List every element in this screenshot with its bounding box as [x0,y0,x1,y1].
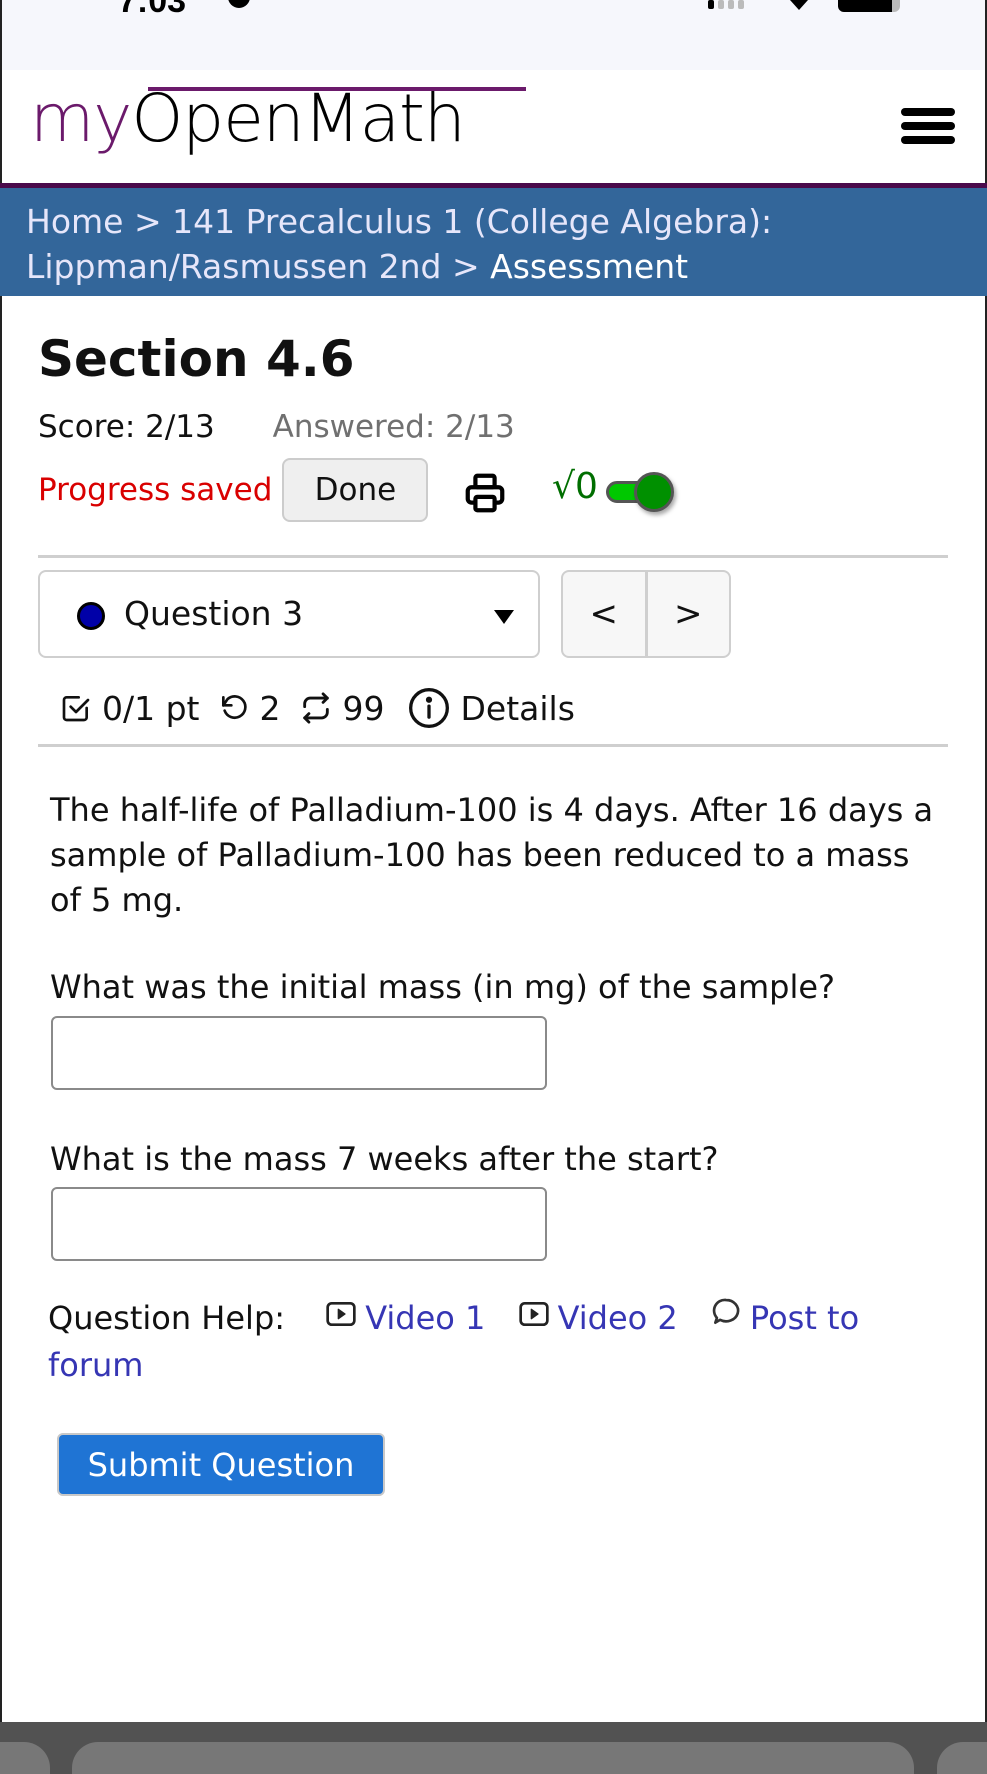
browser-address-bar[interactable] [72,1742,914,1774]
math-display-toggle[interactable] [606,472,676,512]
attempts-icon [299,691,333,725]
details-link[interactable]: Details [461,689,575,728]
math-display-icon: √0 [552,466,598,507]
breadcrumb: Home > 141 Precalculus 1 (College Algebr… [0,188,987,296]
status-time: 7:03 [118,0,187,20]
attempts-count: 99 [342,688,385,728]
do-not-disturb-icon [228,0,250,8]
browser-tab-right[interactable] [937,1742,987,1774]
checkbox-score-icon [60,692,92,724]
video-1-item: Video 1 [325,1299,495,1337]
question-meta: 0/1 pt 2 99 Details [60,686,575,730]
video-2-link[interactable]: Video 2 [558,1299,678,1337]
question-text: The half-life of Palladium-100 is 4 days… [50,791,934,919]
question-select-value: Question 3 [124,594,304,633]
retry-icon [218,692,250,724]
caret-down-icon [494,610,514,624]
breadcrumb-current: Assessment [490,247,689,286]
battery-icon [838,0,900,12]
status-bar: 7:03 [0,0,987,70]
question-help: Question Help: Video 1 Video 2 Post to f… [48,1296,948,1388]
page-title: Section 4.6 [38,330,355,388]
site-header: myOpenMath [0,70,987,185]
score-row: Score: 2/13 Answered: 2/13 [38,409,515,445]
video-1-link[interactable]: Video 1 [365,1299,485,1337]
breadcrumb-separator: > [451,247,480,286]
score-text: Score: 2/13 [38,409,215,445]
mass-after-7-weeks-input[interactable] [51,1187,547,1261]
breadcrumb-separator: > [133,202,162,241]
divider [38,555,948,558]
browser-bottom-bar [0,1722,987,1774]
points-text: 0/1 pt [102,688,200,728]
done-button[interactable]: Done [282,458,429,522]
initial-mass-input[interactable] [51,1016,547,1090]
question-nav-buttons: < > [561,570,731,658]
progress-saved-status: Progress saved [38,472,273,508]
hamburger-menu-icon[interactable] [901,108,955,150]
question-help-label: Question Help: [48,1299,286,1337]
signal-icon [708,0,744,9]
video-icon [325,1295,357,1340]
previous-question-button[interactable]: < [563,572,648,656]
breadcrumb-home[interactable]: Home [26,202,123,241]
progress-row: Progress saved Done √0 [38,458,674,522]
question-select[interactable]: Question 3 [38,570,540,658]
question-status-dot-icon [77,602,105,630]
wifi-icon [790,0,808,10]
info-icon[interactable] [407,686,451,730]
printer-icon[interactable] [462,470,508,516]
next-question-button[interactable]: > [648,572,730,656]
video-icon [518,1295,550,1340]
divider [38,744,948,747]
myopenmath-logo[interactable]: myOpenMath [30,86,466,152]
video-2-item: Video 2 [518,1299,688,1337]
answered-text: Answered: 2/13 [272,409,515,445]
browser-tab-left[interactable] [0,1742,50,1774]
submit-question-button[interactable]: Submit Question [57,1433,385,1496]
chat-bubble-icon [710,1295,742,1340]
question-prompt-2: What is the mass 7 weeks after the start… [50,1140,719,1178]
retries-count: 2 [259,688,281,728]
question-prompt-1: What was the initial mass (in mg) of the… [50,968,836,1006]
